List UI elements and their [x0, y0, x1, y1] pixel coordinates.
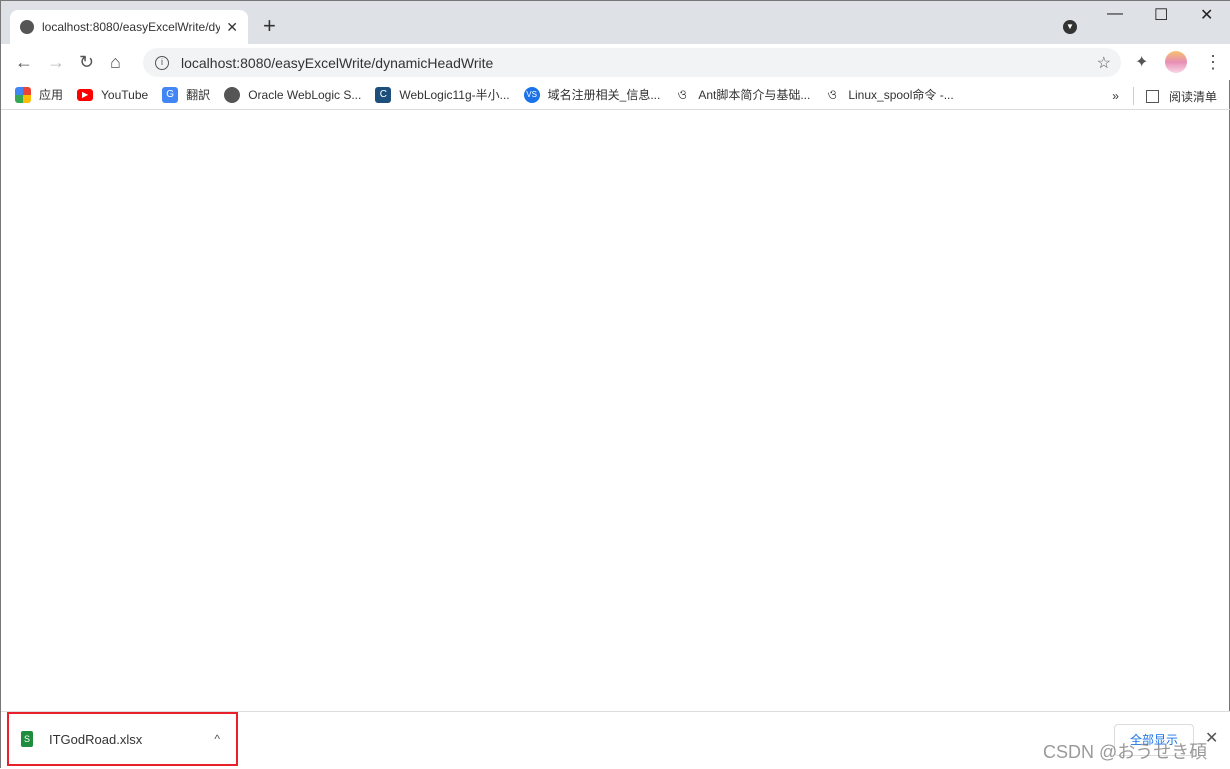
excel-file-icon: S: [21, 731, 33, 747]
minimize-button[interactable]: —: [1107, 5, 1123, 23]
address-bar[interactable]: i localhost:8080/easyExcelWrite/dynamicH…: [143, 48, 1121, 77]
avatar[interactable]: [1165, 51, 1187, 73]
apps-grid-icon: [15, 86, 31, 103]
download-item[interactable]: S ITGodRoad.xlsx ^: [7, 712, 238, 766]
tab-close-icon[interactable]: ✕: [226, 19, 238, 36]
url-text[interactable]: localhost:8080/easyExcelWrite/dynamicHea…: [181, 55, 493, 71]
reading-list-icon[interactable]: [1145, 89, 1159, 103]
toolbar: ← → ↻ ⌂ i localhost:8080/easyExcelWrite/…: [1, 44, 1230, 80]
tab-title: localhost:8080/easyExcelWrite/dy: [42, 20, 221, 34]
bookmark-translate[interactable]: G 翻訳: [162, 86, 210, 103]
youtube-icon: ▶: [77, 88, 94, 101]
bookmark-logo-icon: ও: [677, 86, 688, 102]
back-button[interactable]: ←: [15, 52, 33, 73]
reload-button[interactable]: ↻: [79, 52, 94, 73]
bookmark-label: 应用: [39, 88, 64, 102]
reading-list-button[interactable]: 阅读清单: [1169, 88, 1217, 105]
vs-icon: VS: [523, 86, 540, 103]
download-filename[interactable]: ITGodRoad.xlsx: [49, 732, 142, 747]
google-translate-icon: G: [162, 86, 179, 103]
extensions-icon[interactable]: ✦: [1135, 52, 1148, 72]
bookmark-logo-icon: ও: [827, 86, 838, 102]
bookmark-star-icon[interactable]: ☆: [1097, 53, 1111, 73]
new-tab-button[interactable]: +: [263, 13, 276, 39]
bookmark-label: WebLogic11g-半小...: [399, 88, 510, 102]
maximize-button[interactable]: ☐: [1154, 5, 1168, 25]
bookmark-label: Ant脚本简介与基础...: [698, 88, 811, 102]
bookmark-label: Linux_spool命令 -...: [848, 88, 954, 102]
bookmark-apps[interactable]: 应用: [15, 86, 63, 103]
bookmark-weblogic11g[interactable]: C WebLogic11g-半小...: [375, 86, 510, 103]
tab-strip: localhost:8080/easyExcelWrite/dy ✕ + ▼ —…: [1, 1, 1230, 44]
tab-search-icon[interactable]: ▼: [1063, 20, 1077, 34]
forward-button[interactable]: →: [47, 52, 65, 73]
bookmark-label: 域名注册相关_信息...: [547, 88, 661, 102]
menu-icon[interactable]: ⋮: [1204, 52, 1222, 73]
close-window-button[interactable]: ✕: [1200, 5, 1213, 25]
watermark: CSDN @おうせき碩: [1043, 742, 1208, 762]
bookmark-oracle-weblogic[interactable]: Oracle WebLogic S...: [224, 86, 362, 103]
bookmark-youtube[interactable]: ▶ YouTube: [77, 88, 148, 102]
globe-icon: [20, 20, 34, 34]
chevron-up-icon[interactable]: ^: [214, 732, 220, 746]
cnblogs-icon: C: [375, 86, 392, 103]
bookmarks-overflow-icon[interactable]: »: [1112, 89, 1119, 103]
home-button[interactable]: ⌂: [110, 52, 121, 73]
bookmark-label: Oracle WebLogic S...: [248, 87, 362, 102]
tab-active[interactable]: localhost:8080/easyExcelWrite/dy ✕: [10, 10, 248, 44]
bookmark-ant[interactable]: ও Ant脚本简介与基础...: [674, 86, 811, 103]
bookmark-domain[interactable]: VS 域名注册相关_信息...: [523, 86, 661, 103]
divider: [1132, 87, 1134, 105]
bookmark-label: 翻訳: [186, 88, 211, 102]
bookmark-label: YouTube: [101, 87, 149, 102]
site-info-icon[interactable]: i: [155, 55, 169, 70]
bookmark-linux-spool[interactable]: ও Linux_spool命令 -...: [824, 86, 954, 103]
globe-icon: [224, 86, 241, 103]
bookmarks-bar: 应用 ▶ YouTube G 翻訳 Oracle WebLogic S... C We…: [1, 80, 1230, 110]
